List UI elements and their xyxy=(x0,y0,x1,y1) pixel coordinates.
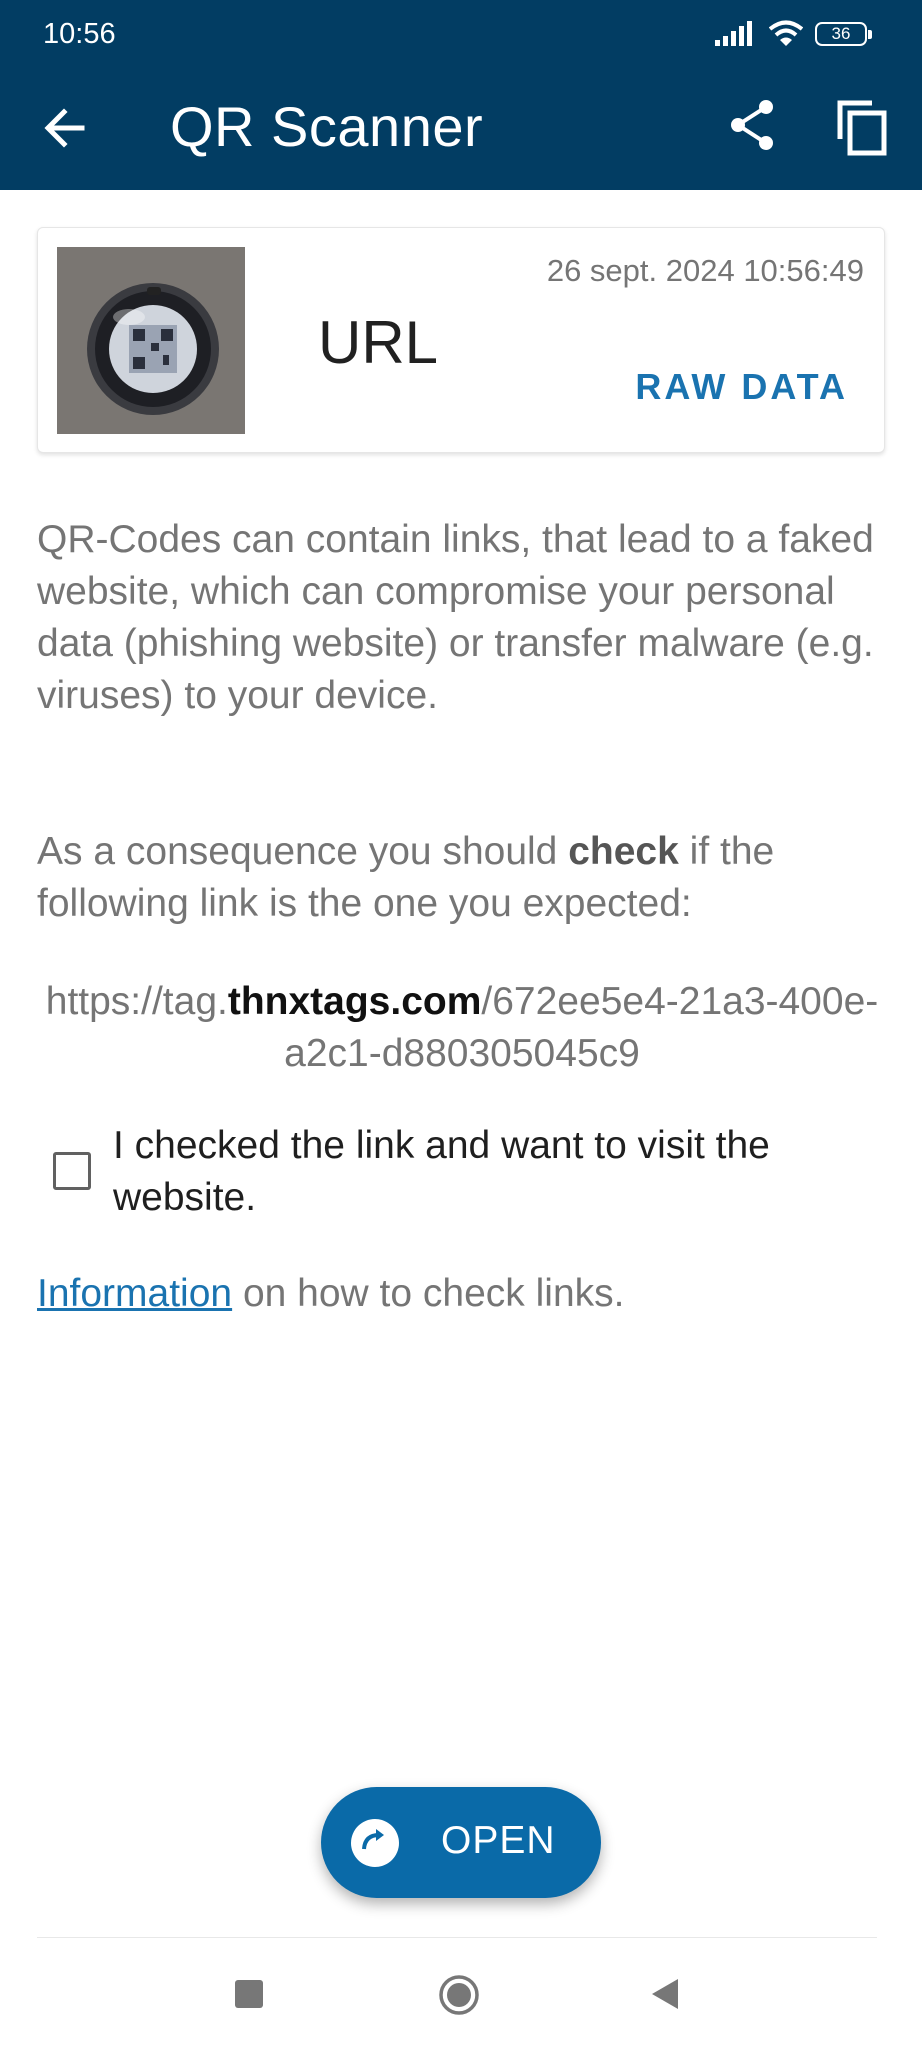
open-link-icon xyxy=(351,1819,399,1867)
page-title: QR Scanner xyxy=(170,95,484,158)
home-nav-icon[interactable] xyxy=(438,1974,480,2016)
check-instruction-text: As a consequence you should check if the… xyxy=(37,826,887,930)
scanned-url: https://tag.thnxtags.com/672ee5e4-21a3-4… xyxy=(37,976,887,1080)
code-type: URL xyxy=(318,309,439,376)
url-domain: thnxtags.com xyxy=(227,980,482,1023)
open-button[interactable]: OPEN xyxy=(321,1787,601,1898)
battery-indicator: 36 xyxy=(815,22,872,46)
status-time: 10:56 xyxy=(43,18,116,50)
check-emphasis: check xyxy=(568,830,679,873)
share-button[interactable] xyxy=(726,97,782,153)
info-line: Information on how to check links. xyxy=(37,1268,624,1320)
scanned-image-thumbnail[interactable] xyxy=(57,247,245,434)
cell-signal-icon xyxy=(715,21,752,46)
information-link[interactable]: Information xyxy=(37,1272,232,1315)
recents-nav-icon[interactable] xyxy=(235,1980,263,2008)
qr-tag-photo xyxy=(57,247,245,434)
back-button[interactable] xyxy=(38,100,94,156)
phishing-warning-text: QR-Codes can contain links, that lead to… xyxy=(37,518,874,717)
info-suffix: on how to check links. xyxy=(232,1272,625,1315)
status-icons: 36 xyxy=(715,20,872,48)
open-button-label: OPEN xyxy=(441,1819,556,1862)
nav-divider xyxy=(37,1937,877,1938)
scan-timestamp: 26 sept. 2024 10:56:49 xyxy=(546,253,864,288)
scan-result-card: 26 sept. 2024 10:56:49 URL RAW DATA xyxy=(37,227,885,453)
copy-icon xyxy=(837,100,887,156)
app-bar: 10:56 36 QR Scanner xyxy=(0,0,922,190)
back-nav-icon[interactable] xyxy=(650,1977,680,2011)
raw-data-button[interactable]: RAW DATA xyxy=(635,366,848,408)
confirm-checkbox-row[interactable]: I checked the link and want to visit the… xyxy=(37,1120,887,1230)
copy-button[interactable] xyxy=(834,97,894,157)
wifi-icon xyxy=(769,20,803,46)
share-icon xyxy=(731,100,773,150)
check-instruction-prefix: As a consequence you should xyxy=(37,830,569,873)
confirm-checkbox[interactable] xyxy=(53,1152,91,1190)
arrow-back-icon xyxy=(44,108,85,148)
confirm-checkbox-label[interactable]: I checked the link and want to visit the… xyxy=(113,1120,893,1224)
url-prefix: https://tag. xyxy=(45,980,228,1023)
